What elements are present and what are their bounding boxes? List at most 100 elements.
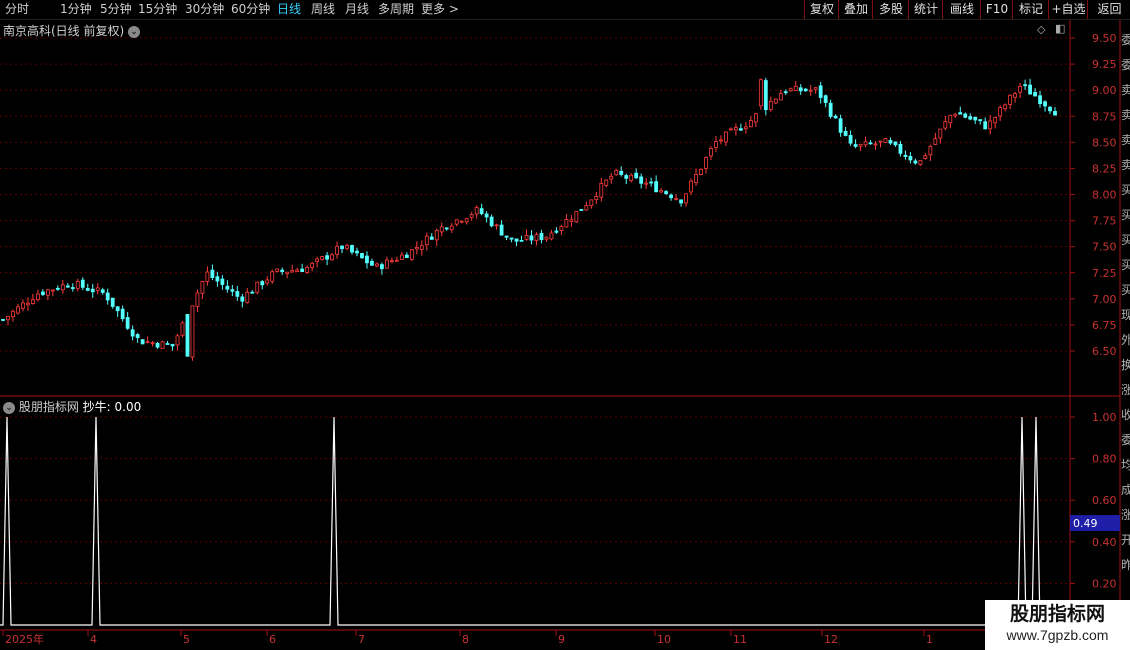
candle-body [235, 291, 240, 297]
candle-body [963, 113, 968, 118]
side-strip-char: 昨 [1121, 558, 1130, 572]
candle-body [709, 148, 713, 157]
side-strip-char: 均 [1121, 458, 1130, 472]
candle-body [494, 224, 499, 227]
candle-body [758, 79, 763, 107]
candle-body [878, 140, 883, 143]
candle-body [898, 143, 903, 154]
side-strip-char: 收 [1121, 408, 1130, 422]
watermark: 股朋指标网 www.7gpzb.com [985, 600, 1130, 650]
candle-body [290, 269, 295, 273]
candle-body [933, 138, 938, 145]
side-strip-char: 买 [1121, 208, 1130, 222]
candle-body [609, 175, 614, 180]
candle-body [753, 113, 758, 123]
candle-body [115, 306, 120, 312]
side-strip-char: 买 [1121, 258, 1130, 272]
candle-body [773, 98, 778, 104]
x-tick-label: 9 [558, 633, 565, 646]
candle-body [120, 308, 125, 320]
chevron-down-icon[interactable]: ⌄ [3, 401, 15, 414]
candle-body [614, 170, 619, 176]
candle-body [170, 343, 175, 347]
candle-body [11, 310, 15, 318]
x-tick-label: 12 [824, 633, 838, 646]
candle-body [604, 179, 609, 186]
candle-body [16, 306, 20, 314]
candle-body [474, 207, 479, 215]
candle-body [95, 287, 100, 291]
candle-body [180, 322, 185, 336]
candle-body [1038, 95, 1042, 105]
candle-body [185, 314, 190, 357]
candle-body [1028, 84, 1032, 95]
candle-body [80, 279, 85, 288]
candle-body [479, 208, 484, 215]
candle-body [330, 254, 334, 261]
candle-body [125, 317, 130, 329]
candle-body [345, 245, 349, 249]
side-strip-char: 涨 [1121, 383, 1130, 397]
candle-body [250, 291, 255, 294]
y-tick-label: 1.00 [1092, 411, 1117, 424]
side-strip-char: 卖 [1121, 133, 1130, 147]
y-tick-label: 8.25 [1092, 162, 1117, 175]
candle-body [135, 334, 140, 339]
candle-body [1018, 85, 1022, 93]
candle-body [838, 118, 843, 133]
candle-body [75, 281, 80, 289]
candle-body [684, 193, 688, 204]
x-tick-label: 11 [733, 633, 747, 646]
candle-body [953, 113, 958, 117]
candle-body [948, 114, 953, 124]
candle-body [654, 181, 659, 193]
candle-body [998, 107, 1003, 117]
candle-body [908, 155, 913, 161]
chevron-down-icon[interactable]: ⌄ [128, 25, 141, 38]
candle-body [738, 128, 743, 131]
candle-body [230, 289, 235, 292]
candle-body [659, 190, 664, 193]
candle-body [365, 255, 369, 264]
candle-body [444, 227, 449, 230]
side-strip-char: 买 [1121, 283, 1130, 297]
side-strip-char: 涨 [1121, 508, 1130, 522]
candle-body [569, 219, 574, 222]
candle-body [644, 182, 649, 185]
candle-body [65, 285, 70, 288]
candle-body [484, 213, 489, 218]
candle-body [803, 88, 808, 92]
diamond-icon[interactable]: ◇ [1037, 23, 1045, 36]
candle-body [355, 250, 359, 254]
candle-body [689, 180, 693, 193]
candle-body [255, 281, 260, 293]
candle-body [340, 245, 344, 250]
candle-body [798, 87, 803, 92]
watermark-name: 股朋指标网 [1009, 603, 1105, 625]
window-icon[interactable]: ◧ [1055, 22, 1065, 35]
candle-body [175, 335, 180, 346]
candle-body [828, 102, 833, 117]
candle-body [694, 174, 698, 183]
candle-body [679, 199, 683, 204]
y-tick-label: 6.50 [1092, 345, 1117, 358]
candle-body [983, 121, 988, 130]
candle-body [350, 245, 354, 253]
candle-body [31, 299, 35, 304]
candle-body [853, 144, 858, 147]
candle-body [719, 139, 723, 142]
candle-body [145, 341, 150, 344]
side-strip-char: 买 [1121, 183, 1130, 197]
candle-body [394, 259, 399, 262]
candle-body [360, 253, 364, 259]
candle-body [399, 254, 404, 260]
y-tick-label: 9.50 [1092, 32, 1117, 45]
signal-line [0, 416, 1070, 626]
y-tick-label: 8.75 [1092, 110, 1117, 123]
candle-body [210, 269, 215, 278]
candle-body [489, 216, 494, 227]
side-strip-char: 卖 [1121, 158, 1130, 172]
candle-body [968, 116, 973, 120]
candle-body [599, 182, 604, 198]
candle-body [559, 226, 564, 231]
